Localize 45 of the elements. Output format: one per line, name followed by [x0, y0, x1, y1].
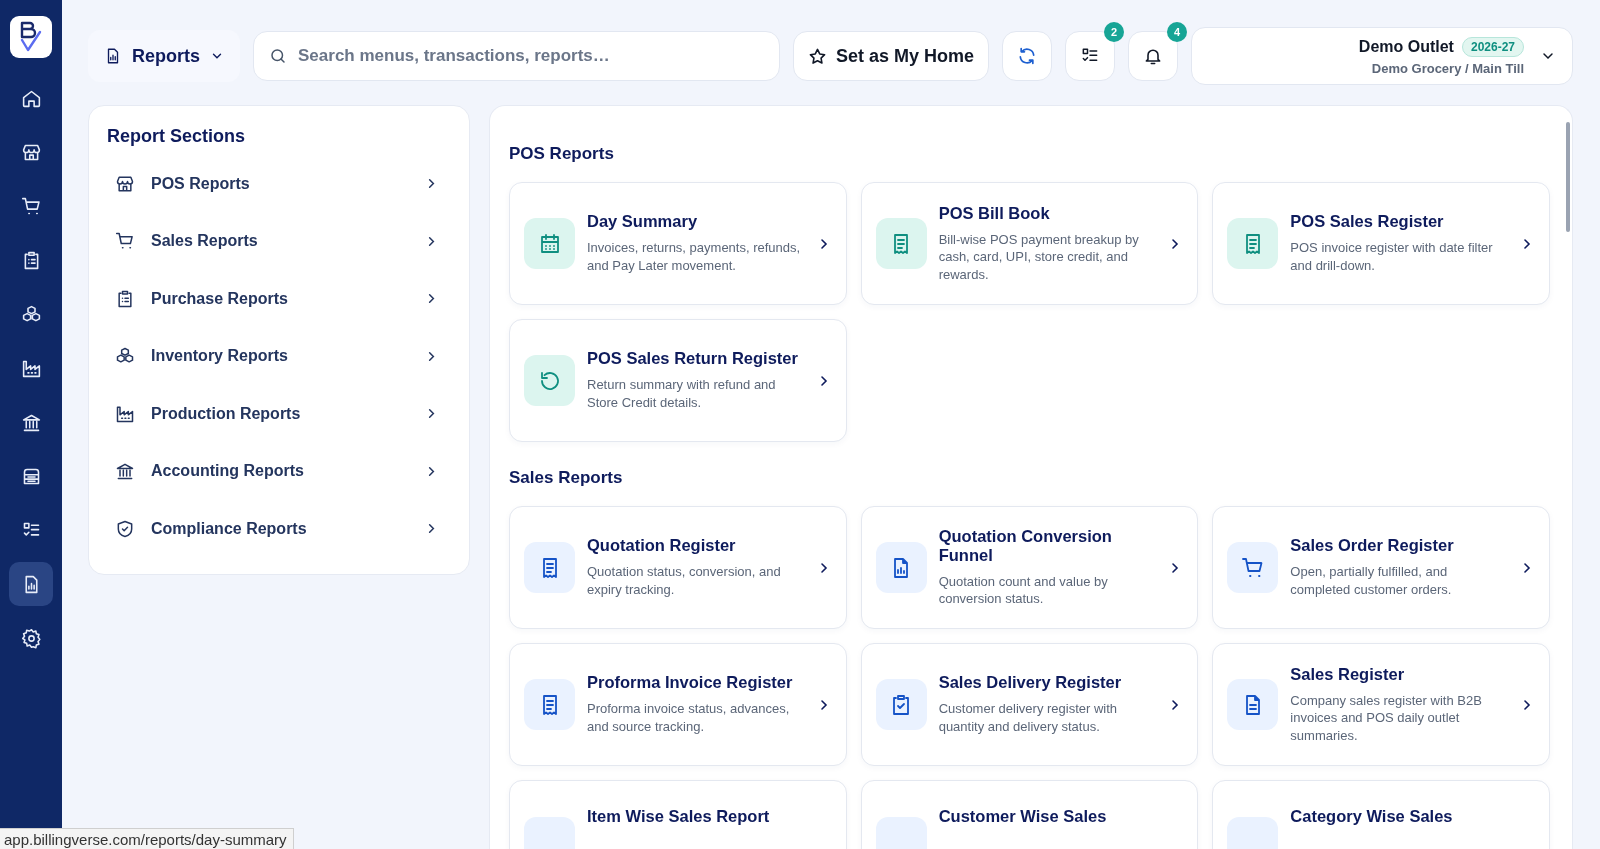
- report-card[interactable]: POS Sales Register POS invoice register with date filter and drill-down.: [1212, 182, 1550, 305]
- app-logo-icon[interactable]: [10, 16, 52, 58]
- section-link[interactable]: POS Reports: [107, 155, 451, 213]
- report-card[interactable]: Sales Delivery Register Customer delivery register with quantity and delivery status.: [860, 643, 1199, 766]
- search-icon: [269, 47, 287, 65]
- report-card[interactable]: Sales Register Company sales register with B2B invoices and POS daily outlet summaries.: [1212, 643, 1550, 766]
- bank-icon: [115, 461, 135, 482]
- clipboard-icon: [115, 288, 135, 309]
- count-badge: 2: [1104, 22, 1124, 42]
- shield-icon: [115, 518, 135, 539]
- report-card[interactable]: POS Bill Book Bill-wise POS payment breakup by cash, card, UPI, store credit, and rewards.: [860, 182, 1199, 305]
- report-card[interactable]: Item Wise Sales Report: [509, 780, 847, 849]
- report-card[interactable]: Category Wise Sales: [1212, 780, 1550, 849]
- section-link[interactable]: Inventory Reports: [107, 327, 451, 385]
- report-card[interactable]: Quotation Register Quotation status, conversion, and expiry tracking.: [509, 506, 847, 629]
- report-card[interactable]: Customer Wise Sales: [860, 780, 1199, 849]
- report-card[interactable]: POS Sales Return Register Return summary with refund and Store Credit details.: [509, 319, 847, 442]
- outlet-switcher[interactable]: Demo Outlet 2026-27 Demo Grocery / Main Till: [1191, 27, 1573, 85]
- report-card[interactable]: Proforma Invoice Register Proforma invoice status, advances, and source tracking.: [509, 643, 847, 766]
- section-link[interactable]: Compliance Reports: [107, 500, 451, 558]
- nav-item[interactable]: [9, 562, 53, 606]
- set-home-button[interactable]: Set as My Home: [792, 31, 989, 81]
- panel-title: Report Sections: [107, 126, 247, 147]
- report-card[interactable]: Day Summary Invoices, returns, payments, refunds, and Pay Later movement.: [509, 182, 847, 305]
- count-badge: 4: [1167, 22, 1187, 42]
- section-heading: Sales Reports: [509, 468, 624, 488]
- star-icon: [807, 46, 827, 66]
- search-field[interactable]: Search menus, transactions, reports…: [253, 31, 780, 81]
- cart-icon: [20, 195, 42, 217]
- settings-icon: [20, 627, 42, 649]
- bell-icon: [1143, 46, 1163, 66]
- refresh-icon: [1017, 46, 1037, 66]
- report-card[interactable]: Sales Order Register Open, partially fulfilled, and completed customer orders.: [1212, 506, 1550, 629]
- year-chip: 2026-27: [1461, 36, 1524, 57]
- report-card[interactable]: Quotation Conversion Funnel Quotation count and value by conversion status.: [860, 506, 1199, 629]
- section-link[interactable]: Production Reports: [107, 385, 451, 443]
- outlet-subtitle: Demo Grocery / Main Till: [1371, 60, 1524, 76]
- status-url: app.billingverse.com/reports/day-summary: [0, 828, 294, 849]
- refresh-button[interactable]: [1002, 31, 1052, 81]
- section-link[interactable]: Sales Reports: [107, 212, 451, 270]
- section-heading: POS Reports: [509, 144, 615, 164]
- scrollbar[interactable]: [1566, 122, 1570, 232]
- section-link[interactable]: Purchase Reports: [107, 270, 451, 328]
- module-menu-button[interactable]: Reports: [88, 30, 240, 82]
- section-link[interactable]: Accounting Reports: [107, 442, 451, 500]
